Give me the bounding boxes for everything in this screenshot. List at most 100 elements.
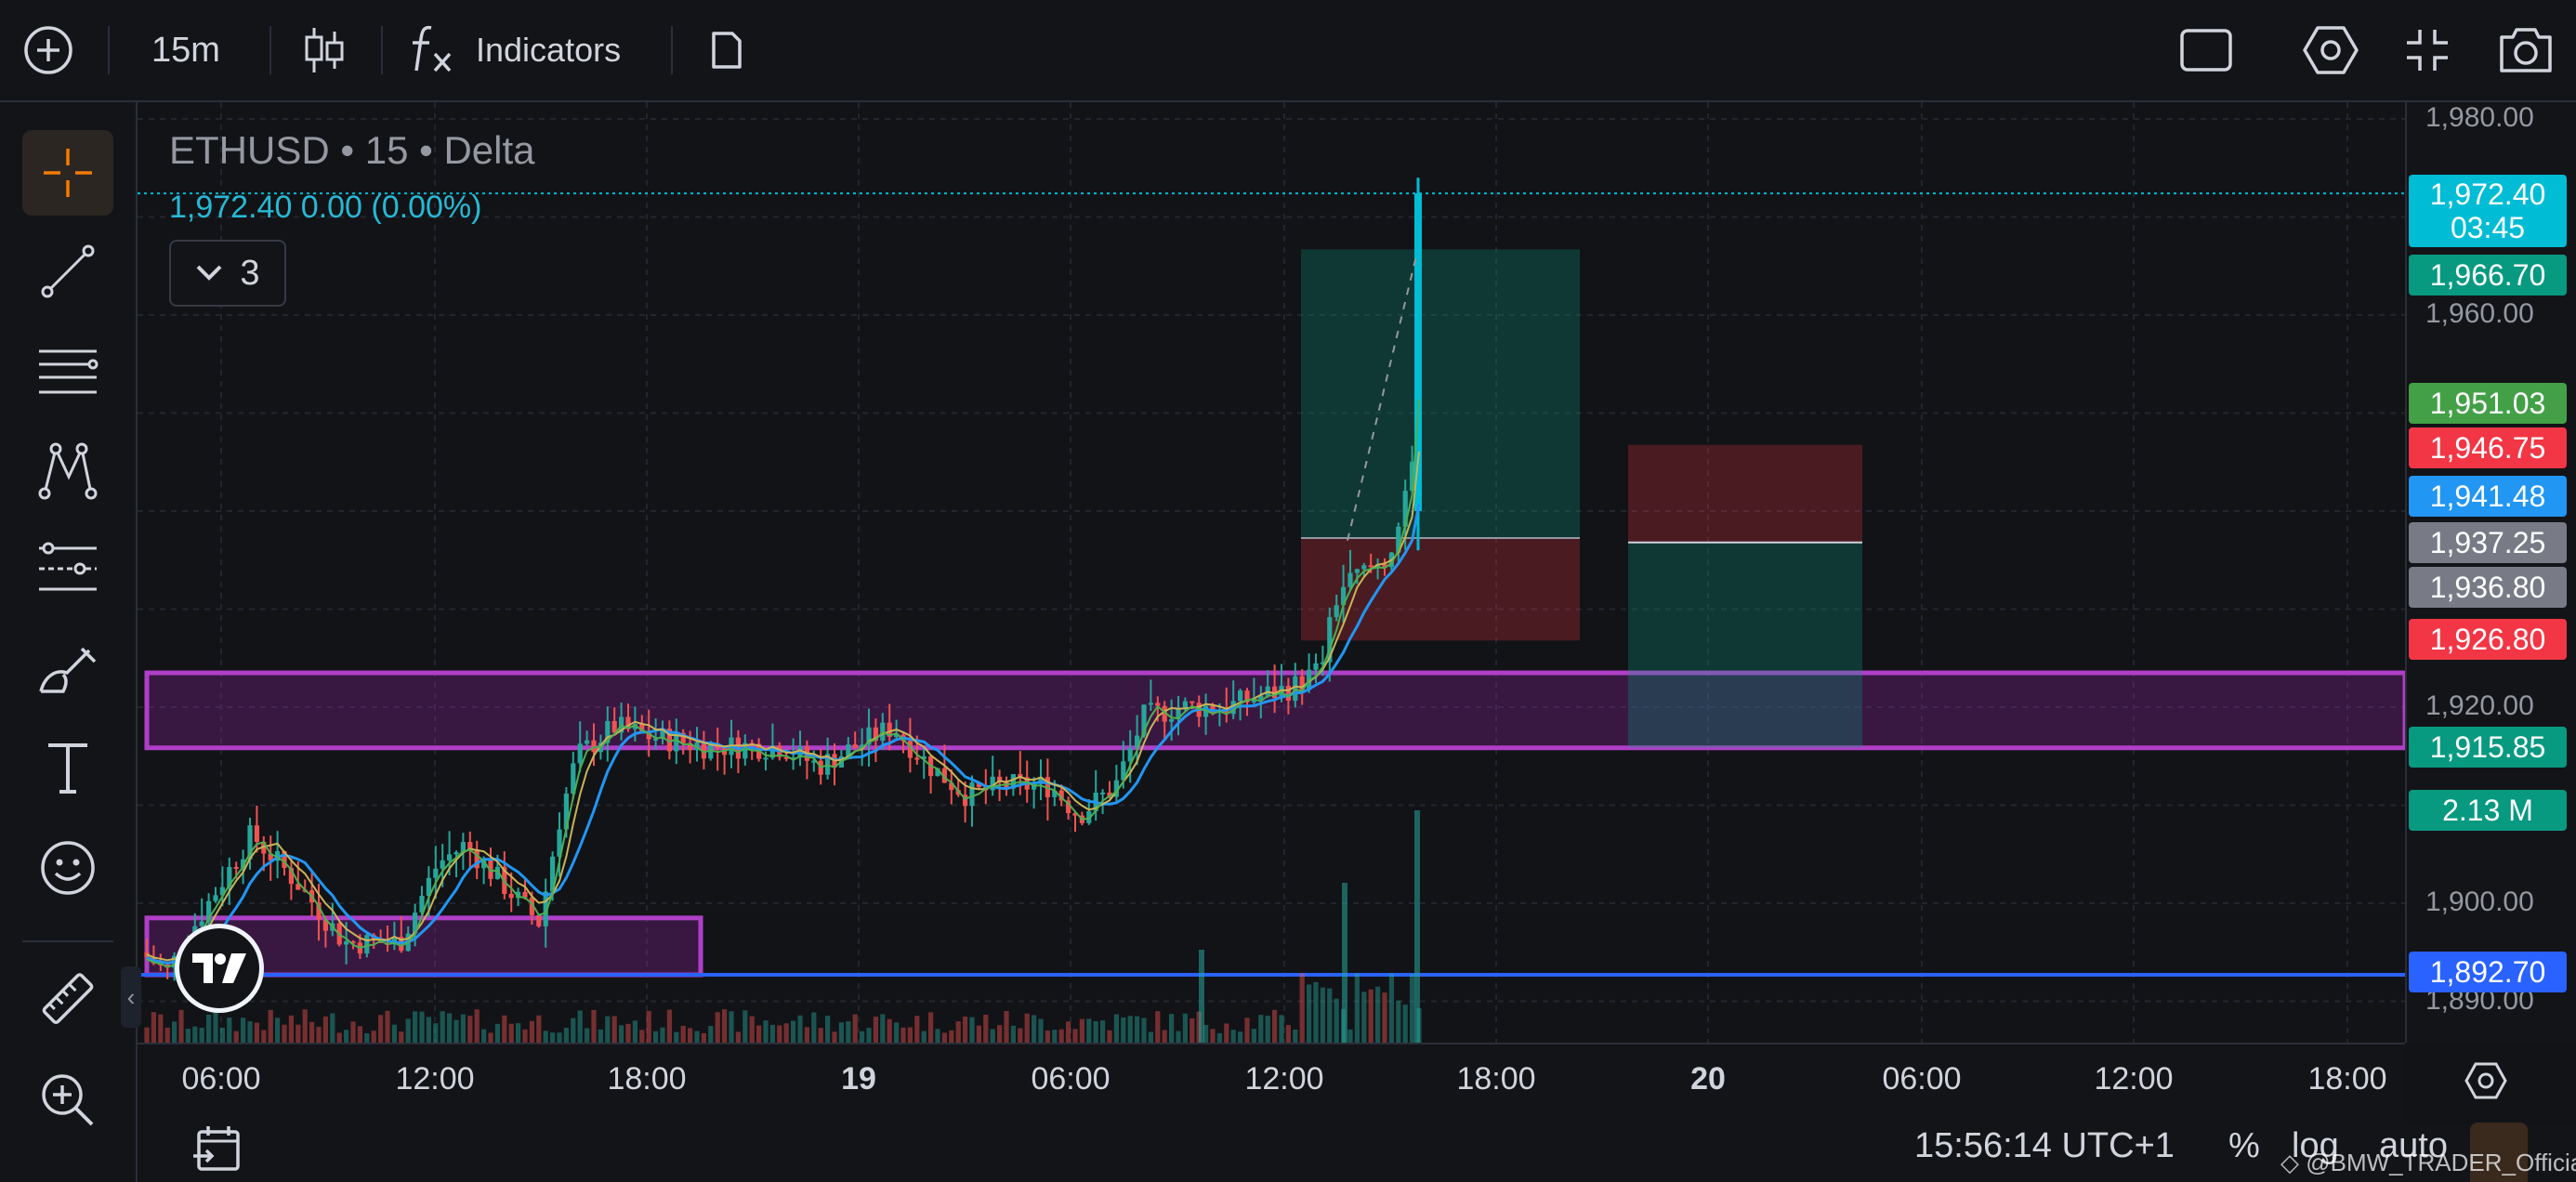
axis-settings-button[interactable]: [2464, 1061, 2507, 1105]
toolbar-separator: [671, 26, 673, 74]
volume-bar: [302, 1009, 308, 1043]
layout-button[interactable]: [2171, 0, 2241, 100]
clock[interactable]: 15:56:14 UTC+1: [1914, 1126, 2175, 1166]
volume-bar: [887, 1018, 892, 1043]
volume-bar: [1382, 992, 1387, 1043]
volume-bar: [598, 1029, 603, 1043]
candle-body: [453, 852, 459, 855]
chart-type-button[interactable]: [292, 0, 357, 100]
time-tick: 19: [841, 1061, 876, 1097]
volume-bar: [577, 1010, 583, 1043]
volume-bar: [275, 1018, 281, 1043]
chevron-down-icon: [197, 265, 222, 281]
volume-bar: [1388, 973, 1394, 1043]
date-range-button[interactable]: [191, 1123, 243, 1179]
volume-bar: [1347, 1029, 1353, 1043]
watermark-text: @BMW_TRADER_Official: [2306, 1149, 2576, 1176]
volume-bar: [522, 1029, 528, 1043]
volume-bar: [233, 1031, 239, 1043]
interval-button[interactable]: 15m: [130, 0, 242, 100]
candle-body: [213, 895, 218, 901]
volume-bar: [818, 1028, 823, 1043]
volume-bar: [336, 1032, 342, 1043]
price-label-countdown: 03:45: [2450, 211, 2526, 244]
volume-bar: [1032, 1015, 1037, 1043]
add-symbol-button[interactable]: [13, 0, 84, 100]
volume-bar: [557, 1032, 562, 1043]
smiley-icon: [41, 841, 95, 895]
volume-bar: [433, 1023, 439, 1043]
pattern-tool[interactable]: [22, 427, 113, 513]
volume-bar: [247, 1021, 253, 1043]
volume-bar: [1361, 992, 1367, 1043]
volume-bar: [1086, 1018, 1092, 1043]
volume-bar: [1148, 1031, 1153, 1043]
settings-button[interactable]: [2295, 0, 2366, 100]
volume-bar: [715, 1012, 720, 1043]
fib-tool[interactable]: [22, 329, 113, 414]
volume-bar: [571, 1018, 576, 1043]
drawing-toolbar: [0, 102, 138, 1182]
volume-bar: [364, 1032, 370, 1043]
volume-bar: [508, 1023, 514, 1043]
trendline-tool[interactable]: [22, 229, 113, 314]
volume-bar: [1410, 974, 1415, 1043]
volume-bar: [413, 1011, 418, 1043]
volume-bar: [378, 1015, 384, 1043]
candle-body: [233, 866, 239, 869]
zoom-tool[interactable]: [22, 1057, 113, 1143]
volume-bar: [261, 1030, 267, 1043]
price-label: 1,936.80: [2409, 567, 2567, 608]
volume-bar: [1293, 1029, 1298, 1043]
volume-bar: [1058, 1029, 1064, 1043]
volume-bar: [151, 1012, 156, 1043]
snapshot-button[interactable]: [2489, 0, 2563, 100]
tv-logo-icon: [179, 928, 259, 1008]
symbol-legend[interactable]: ETHUSD • 15 • Delta: [169, 128, 535, 173]
volume-bar: [749, 1016, 755, 1043]
volume-bar: [625, 1023, 631, 1043]
brush-tool[interactable]: [22, 626, 113, 712]
volume-bar: [1299, 973, 1305, 1043]
forecast-tool[interactable]: [22, 526, 113, 611]
volume-bar: [585, 1028, 590, 1043]
volume-bar: [1368, 989, 1373, 1043]
price-chart[interactable]: [138, 102, 2405, 1043]
volume-bar: [825, 1016, 831, 1043]
candles-icon: [305, 28, 344, 72]
volume-bar: [178, 1009, 184, 1043]
fullscreen-button[interactable]: [2392, 0, 2463, 100]
volume-bar: [550, 1032, 556, 1043]
volume-bar: [680, 1025, 686, 1043]
percent-toggle[interactable]: %: [2228, 1126, 2260, 1166]
candle-body: [1100, 792, 1106, 795]
emoji-tool[interactable]: [22, 825, 113, 911]
volume-bar: [646, 1010, 651, 1043]
crosshair-tool[interactable]: [22, 130, 113, 216]
volume-bar: [1024, 1013, 1030, 1043]
volume-bar: [1169, 1014, 1175, 1043]
price-label: 1,892.70: [2409, 952, 2567, 992]
trendline-icon: [41, 244, 95, 298]
volume-bar: [611, 1016, 617, 1043]
measure-tool[interactable]: [22, 957, 113, 1043]
ruler-icon: [42, 973, 94, 1024]
volume-bar: [344, 1030, 349, 1043]
candle-body: [440, 860, 445, 869]
volume-bar: [1072, 1029, 1078, 1043]
legend-collapse-button[interactable]: 3: [169, 240, 286, 307]
collapse-toolbar-button[interactable]: ‹: [121, 966, 141, 1028]
volume-bar: [1307, 984, 1312, 1043]
candle-body: [1368, 565, 1373, 568]
volume-bar: [399, 1031, 404, 1043]
time-tick: 18:00: [1456, 1061, 1536, 1097]
volume-bar: [488, 1032, 493, 1043]
template-button[interactable]: [699, 0, 755, 100]
volume-bar: [467, 1016, 473, 1043]
text-tool[interactable]: [22, 725, 113, 810]
price-tick: 1,900.00: [2425, 886, 2534, 917]
volume-bar: [241, 1018, 246, 1043]
candle-body: [447, 854, 453, 860]
volume-bar: [322, 1016, 328, 1043]
indicators-button[interactable]: Indicators: [409, 0, 651, 100]
